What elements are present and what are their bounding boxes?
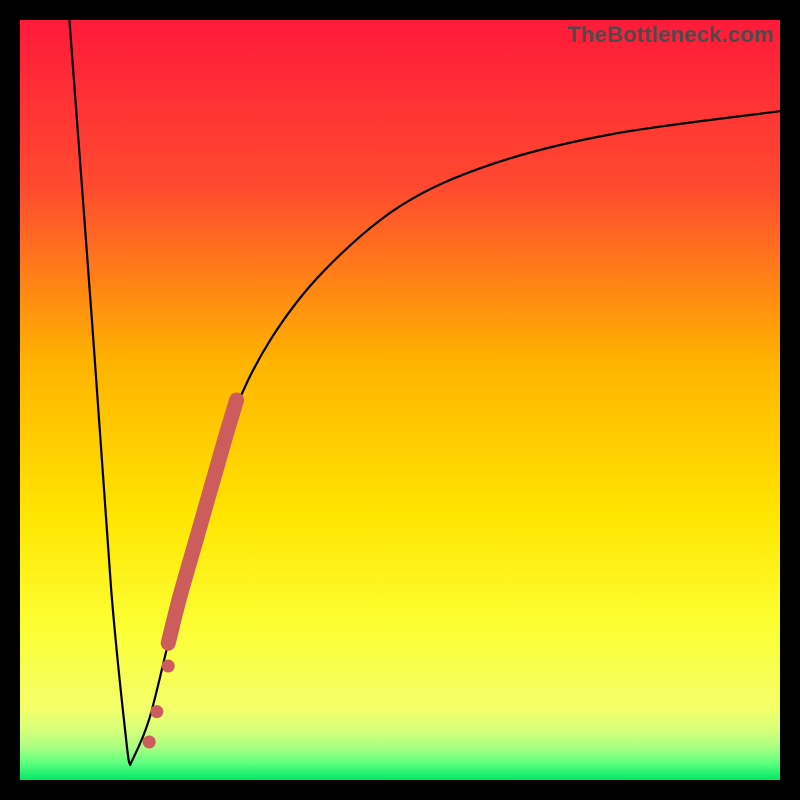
highlight-dot (150, 705, 163, 718)
highlight-dots (143, 660, 175, 749)
highlight-segment (168, 400, 236, 643)
highlight-dot (162, 660, 175, 673)
highlight-dot (143, 736, 156, 749)
curve-left-branch (69, 20, 130, 765)
plot-area: TheBottleneck.com (20, 20, 780, 780)
curve-layer (20, 20, 780, 780)
outer-frame: TheBottleneck.com (0, 0, 800, 800)
